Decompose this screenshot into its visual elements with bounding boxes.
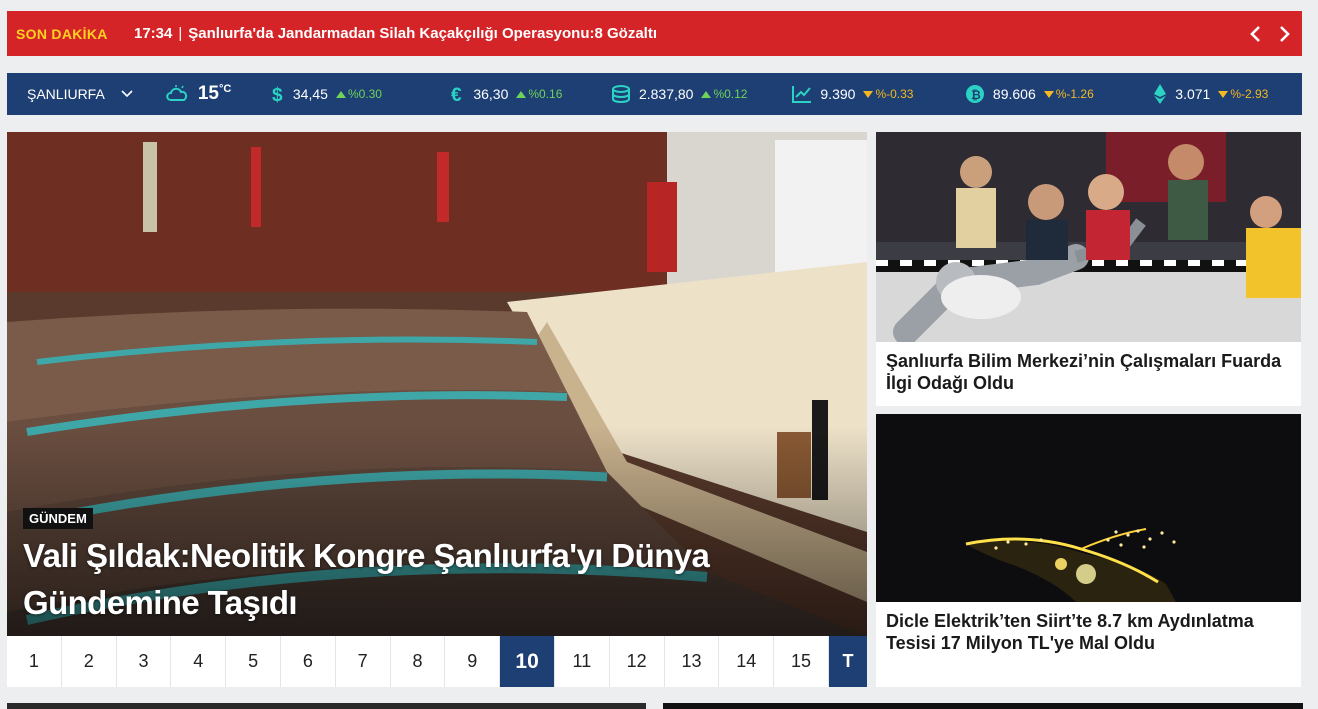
hero-category-badge[interactable]: GÜNDEM <box>23 508 93 529</box>
pager-item[interactable]: 7 <box>336 636 391 687</box>
arrow-down-icon <box>863 90 874 98</box>
svg-text:₿: ₿ <box>971 88 981 102</box>
svg-text:€: € <box>451 85 462 104</box>
gold-coins-icon <box>611 85 630 103</box>
arrow-down-icon <box>1043 90 1054 98</box>
breaking-news-bar: SON DAKİKA 17:34 | Şanlıurfa'da Jandarma… <box>7 11 1302 56</box>
pager-item[interactable]: 2 <box>62 636 117 687</box>
pager-item[interactable]: 3 <box>117 636 172 687</box>
stock-chart-icon <box>792 86 812 103</box>
pager-item[interactable]: 9 <box>445 636 501 687</box>
pager-item[interactable]: 15 <box>774 636 829 687</box>
pager-item[interactable]: 11 <box>555 636 610 687</box>
breaking-headline[interactable]: Şanlıurfa'da Jandarmadan Silah Kaçakçılı… <box>188 25 657 42</box>
market-change: %-2.93 <box>1218 87 1268 101</box>
market-item-euro[interactable]: € 36,30 %0.16 <box>451 84 611 104</box>
market-item-bitcoin[interactable]: ₿ 89.606 %-1.26 <box>965 84 1153 104</box>
market-item-dollar[interactable]: $ 34,45 %0.30 <box>271 84 451 104</box>
pager-item[interactable]: 6 <box>281 636 336 687</box>
euro-icon: € <box>451 85 462 104</box>
pager-item[interactable]: 8 <box>391 636 446 687</box>
svg-text:$: $ <box>272 85 283 104</box>
market-item-ethereum[interactable]: 3.071 %-2.93 <box>1153 83 1302 105</box>
pager-item[interactable]: 5 <box>226 636 281 687</box>
market-value: 34,45 <box>292 86 328 102</box>
arrow-up-icon <box>335 90 346 98</box>
market-item-bist[interactable]: 9.390 %-0.33 <box>792 85 965 103</box>
side-news-card[interactable]: Dicle Elektrik’ten Siirt’te 8.7 km Aydın… <box>876 414 1301 687</box>
slider-pager: 1 2 3 4 5 6 7 8 9 10 11 12 13 14 15 T <box>7 636 867 687</box>
pager-item-active[interactable]: 10 <box>500 636 555 687</box>
weather-widget: 15°C <box>164 83 271 105</box>
dollar-icon: $ <box>272 85 283 104</box>
market-change: %0.30 <box>335 87 382 101</box>
arrow-up-icon <box>701 90 712 98</box>
market-change: %-0.33 <box>863 87 913 101</box>
breaking-separator: | <box>178 25 183 42</box>
city-selector[interactable]: ŞANLIURFA <box>7 86 164 102</box>
market-change: %0.12 <box>701 87 747 101</box>
pager-item[interactable]: 13 <box>665 636 720 687</box>
market-change: %-1.26 <box>1043 87 1094 101</box>
side-news-card[interactable]: Şanlıurfa Bilim Merkezi’nin Çalışmaları … <box>876 132 1301 406</box>
chevron-right-icon[interactable] <box>1276 24 1292 44</box>
city-name: ŞANLIURFA <box>27 86 105 102</box>
market-value: 89.606 <box>992 86 1036 102</box>
market-item-gold[interactable]: 2.837,80 %0.12 <box>611 84 792 104</box>
side-news-caption[interactable]: Şanlıurfa Bilim Merkezi’nin Çalışmaları … <box>876 342 1301 402</box>
arrow-up-icon <box>516 90 527 98</box>
weather-temp: 15°C <box>197 83 232 104</box>
weather-unit: °C <box>218 83 232 95</box>
bitcoin-icon: ₿ <box>965 85 984 103</box>
breaking-time: 17:34 <box>134 25 173 42</box>
next-section-edge <box>7 703 646 709</box>
breaking-tag: SON DAKİKA <box>16 25 108 42</box>
science-center-photo <box>876 132 1301 342</box>
ethereum-icon <box>1154 84 1167 104</box>
night-lighting-photo <box>876 414 1301 602</box>
market-value: 2.837,80 <box>638 86 694 102</box>
market-value: 36,30 <box>473 86 509 102</box>
market-bar: ŞANLIURFA 15°C $ 34,45 %0.30 € 36,30 %0.… <box>7 73 1302 115</box>
market-change: %0.16 <box>516 87 562 101</box>
next-section-edge <box>663 703 1303 709</box>
cloud-sun-icon <box>166 85 187 101</box>
market-value: 9.390 <box>820 86 856 102</box>
hero-title[interactable]: Vali Şıldak:Neolitik Kongre Şanlıurfa'yı… <box>23 532 823 626</box>
breaking-arrows <box>1248 24 1302 44</box>
pager-item[interactable]: 1 <box>7 636 62 687</box>
chevron-left-icon[interactable] <box>1248 24 1264 44</box>
chevron-down-icon <box>121 90 133 98</box>
pager-item[interactable]: 14 <box>719 636 775 687</box>
market-value: 3.071 <box>1175 86 1211 102</box>
headline-slider[interactable]: GÜNDEM Vali Şıldak:Neolitik Kongre Şanlı… <box>7 132 867 636</box>
side-news-caption[interactable]: Dicle Elektrik’ten Siirt’te 8.7 km Aydın… <box>876 602 1301 662</box>
arrow-down-icon <box>1218 90 1229 98</box>
pager-item[interactable]: 12 <box>610 636 665 687</box>
pager-item[interactable]: 4 <box>171 636 227 687</box>
pager-all-button[interactable]: T <box>828 636 867 687</box>
